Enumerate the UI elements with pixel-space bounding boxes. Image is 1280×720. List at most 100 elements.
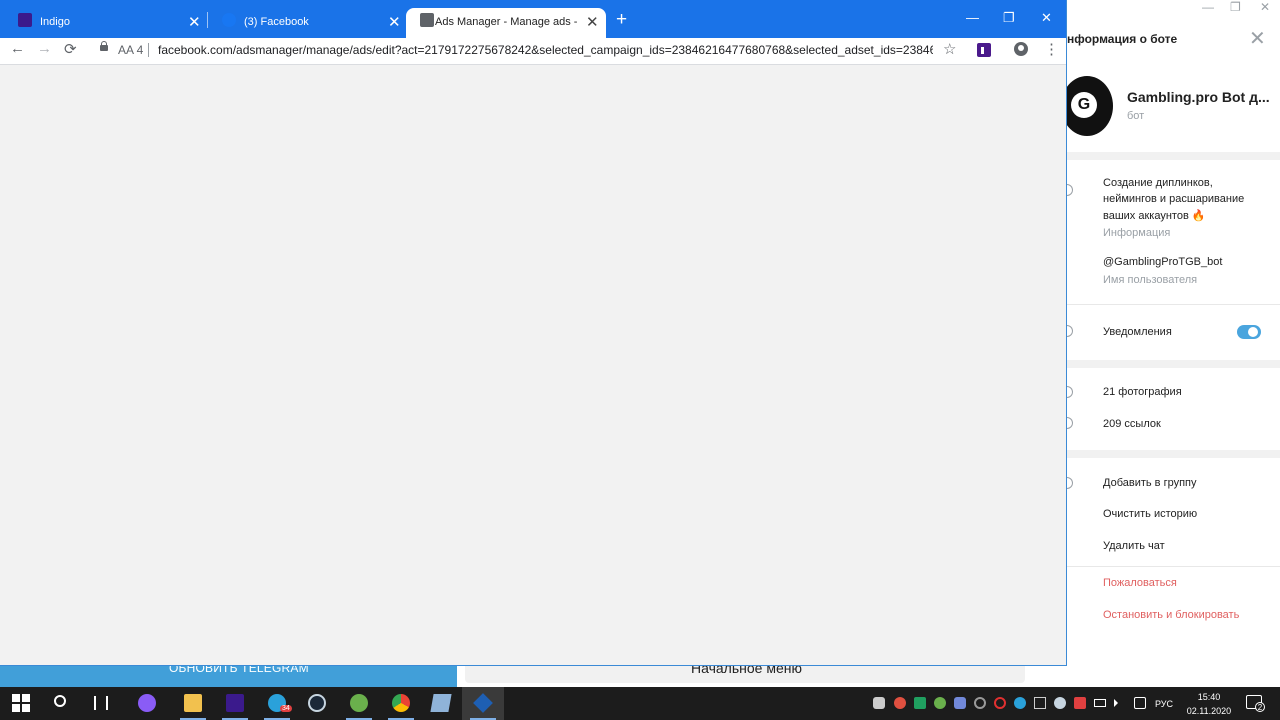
lock-icon[interactable] <box>100 41 108 51</box>
tray-telegram-icon[interactable] <box>1014 697 1026 709</box>
indigo-extension-icon[interactable] <box>977 43 991 57</box>
address-bar[interactable]: AA 4 facebook.com/adsmanager/manage/ads/… <box>90 39 965 61</box>
bot-name: Gambling.pro Bot д... <box>1127 89 1270 105</box>
taskbar-telegram[interactable]: 34 <box>256 687 298 720</box>
new-tab-button[interactable]: + <box>616 9 627 31</box>
taskbar-explorer[interactable] <box>172 687 214 720</box>
report-item[interactable]: Пожаловаться <box>1103 577 1177 589</box>
tab-strip: Indigo ✕ (3) Facebook ✕ Ads Manager - Ma… <box>0 0 1066 38</box>
notifications-toggle[interactable] <box>1237 325 1261 339</box>
telegram-close-button[interactable]: ✕ <box>1260 0 1270 14</box>
tab-label: Indigo <box>40 16 70 28</box>
close-icon[interactable]: ✕ <box>388 13 401 31</box>
profile-icon[interactable] <box>1014 42 1028 56</box>
taskbar-indigo[interactable] <box>214 687 256 720</box>
tray-circle-icon[interactable] <box>974 697 986 709</box>
tray-utorrent-icon[interactable] <box>934 697 946 709</box>
tab-label: Ads Manager - Manage ads - Ad <box>435 16 578 28</box>
taskbar-steam[interactable] <box>296 687 338 720</box>
tab-ads-manager[interactable]: Ads Manager - Manage ads - Ad ✕ <box>406 8 606 38</box>
tray-steam-icon[interactable] <box>1054 697 1066 709</box>
taskbar-chrome[interactable] <box>380 687 422 720</box>
tray-opera-icon[interactable] <box>994 697 1006 709</box>
steam-icon <box>308 694 326 712</box>
bot-description-line: ваших аккаунтов 🔥 <box>1103 210 1206 222</box>
task-view-button[interactable] <box>80 687 122 720</box>
add-to-group-item[interactable]: Добавить в группу <box>1103 477 1197 489</box>
links-item[interactable]: 209 ссылок <box>1103 418 1161 430</box>
avatar[interactable]: G <box>1061 76 1113 136</box>
battery-icon[interactable] <box>1094 699 1106 707</box>
reader-mode-indicator[interactable]: AA 4 <box>118 43 143 57</box>
taskbar-notepad[interactable] <box>420 687 462 720</box>
start-button[interactable] <box>0 687 42 720</box>
clock-date: 02.11.2020 <box>1186 706 1232 716</box>
clear-history-item[interactable]: Очистить историю <box>1103 508 1197 520</box>
tray-person-icon[interactable] <box>873 697 885 709</box>
telegram-minimize-button[interactable]: — <box>1202 0 1214 14</box>
bot-info-panel: нформация о боте ✕ G Gambling.pro Bot д.… <box>1061 18 1280 687</box>
notification-center-button[interactable]: 2 <box>1246 695 1265 712</box>
ime-icon[interactable] <box>1134 697 1146 709</box>
delete-chat-item[interactable]: Удалить чат <box>1103 540 1165 552</box>
taskbar-alice[interactable] <box>126 687 168 720</box>
notification-count: 2 <box>1255 702 1265 712</box>
bot-description-line: неймингов и расшаривание <box>1103 193 1245 205</box>
stop-block-item[interactable]: Остановить и блокировать <box>1103 609 1239 621</box>
reload-button[interactable]: ⟳ <box>64 40 77 58</box>
telegram-badge: 34 <box>280 705 292 712</box>
notifications-label: Уведомления <box>1103 326 1172 338</box>
photos-item[interactable]: 21 фотография <box>1103 386 1182 398</box>
language-indicator[interactable]: РУС <box>1155 699 1173 709</box>
username-caption: Имя пользователя <box>1103 274 1198 286</box>
forward-button[interactable]: → <box>37 40 52 57</box>
close-icon[interactable]: ✕ <box>1249 26 1266 51</box>
close-icon[interactable]: ✕ <box>188 13 201 31</box>
telegram-window-controls: — ❐ ✕ <box>1196 0 1280 18</box>
tray-shield-icon[interactable] <box>914 697 926 709</box>
minimize-button[interactable]: — <box>966 10 979 25</box>
tab-label: (3) Facebook <box>244 16 309 28</box>
indigo-icon <box>18 13 32 27</box>
tray-box-icon[interactable] <box>1034 697 1046 709</box>
notepad-icon <box>430 694 452 712</box>
description-caption: Информация <box>1103 227 1171 239</box>
bookmark-star-icon[interactable]: ☆ <box>943 40 956 58</box>
taskbar: 34 РУС 15:40 02.11.2020 2 <box>0 687 1280 720</box>
page-content <box>0 66 1066 665</box>
volume-icon[interactable] <box>1114 699 1118 707</box>
tray-network-error-icon[interactable] <box>1074 697 1086 709</box>
facebook-icon <box>222 13 236 27</box>
app-icon <box>473 693 493 713</box>
back-button[interactable]: ← <box>10 40 25 57</box>
close-window-button[interactable]: ✕ <box>1041 10 1052 26</box>
search-button[interactable] <box>40 687 82 720</box>
maximize-button[interactable]: ❐ <box>1003 10 1015 26</box>
url-text[interactable]: facebook.com/adsmanager/manage/ads/edit?… <box>158 43 933 57</box>
bot-description-line: Создание диплинков, <box>1103 177 1213 189</box>
divider <box>1067 360 1280 368</box>
search-icon <box>54 695 66 707</box>
task-view-icon <box>94 696 108 710</box>
taskbar-active-app[interactable] <box>462 687 504 720</box>
divider <box>1067 566 1280 567</box>
alice-icon <box>138 694 156 712</box>
divider <box>1067 304 1280 305</box>
update-telegram-button[interactable]: ОБНОВИТЬ TELEGRAM <box>0 664 457 687</box>
tray-discord-icon[interactable] <box>954 697 966 709</box>
browser-menu-button[interactable]: ⋮ <box>1044 40 1059 58</box>
utorrent-icon <box>350 694 368 712</box>
taskbar-utorrent[interactable] <box>338 687 380 720</box>
divider <box>148 43 149 57</box>
divider <box>1067 152 1280 160</box>
tab-indigo[interactable]: Indigo ✕ <box>4 8 204 38</box>
close-icon[interactable]: ✕ <box>586 13 599 31</box>
clock[interactable]: 15:40 02.11.2020 <box>1184 690 1234 718</box>
bot-type: бот <box>1127 110 1145 122</box>
tab-facebook[interactable]: (3) Facebook ✕ <box>208 8 404 38</box>
tray-app-icon[interactable] <box>894 697 906 709</box>
start-menu-button[interactable]: Начальное меню <box>465 664 1025 683</box>
bot-username[interactable]: @GamblingProTGB_bot <box>1103 256 1222 268</box>
clock-time: 15:40 <box>1197 692 1221 702</box>
telegram-maximize-button[interactable]: ❐ <box>1230 0 1241 14</box>
